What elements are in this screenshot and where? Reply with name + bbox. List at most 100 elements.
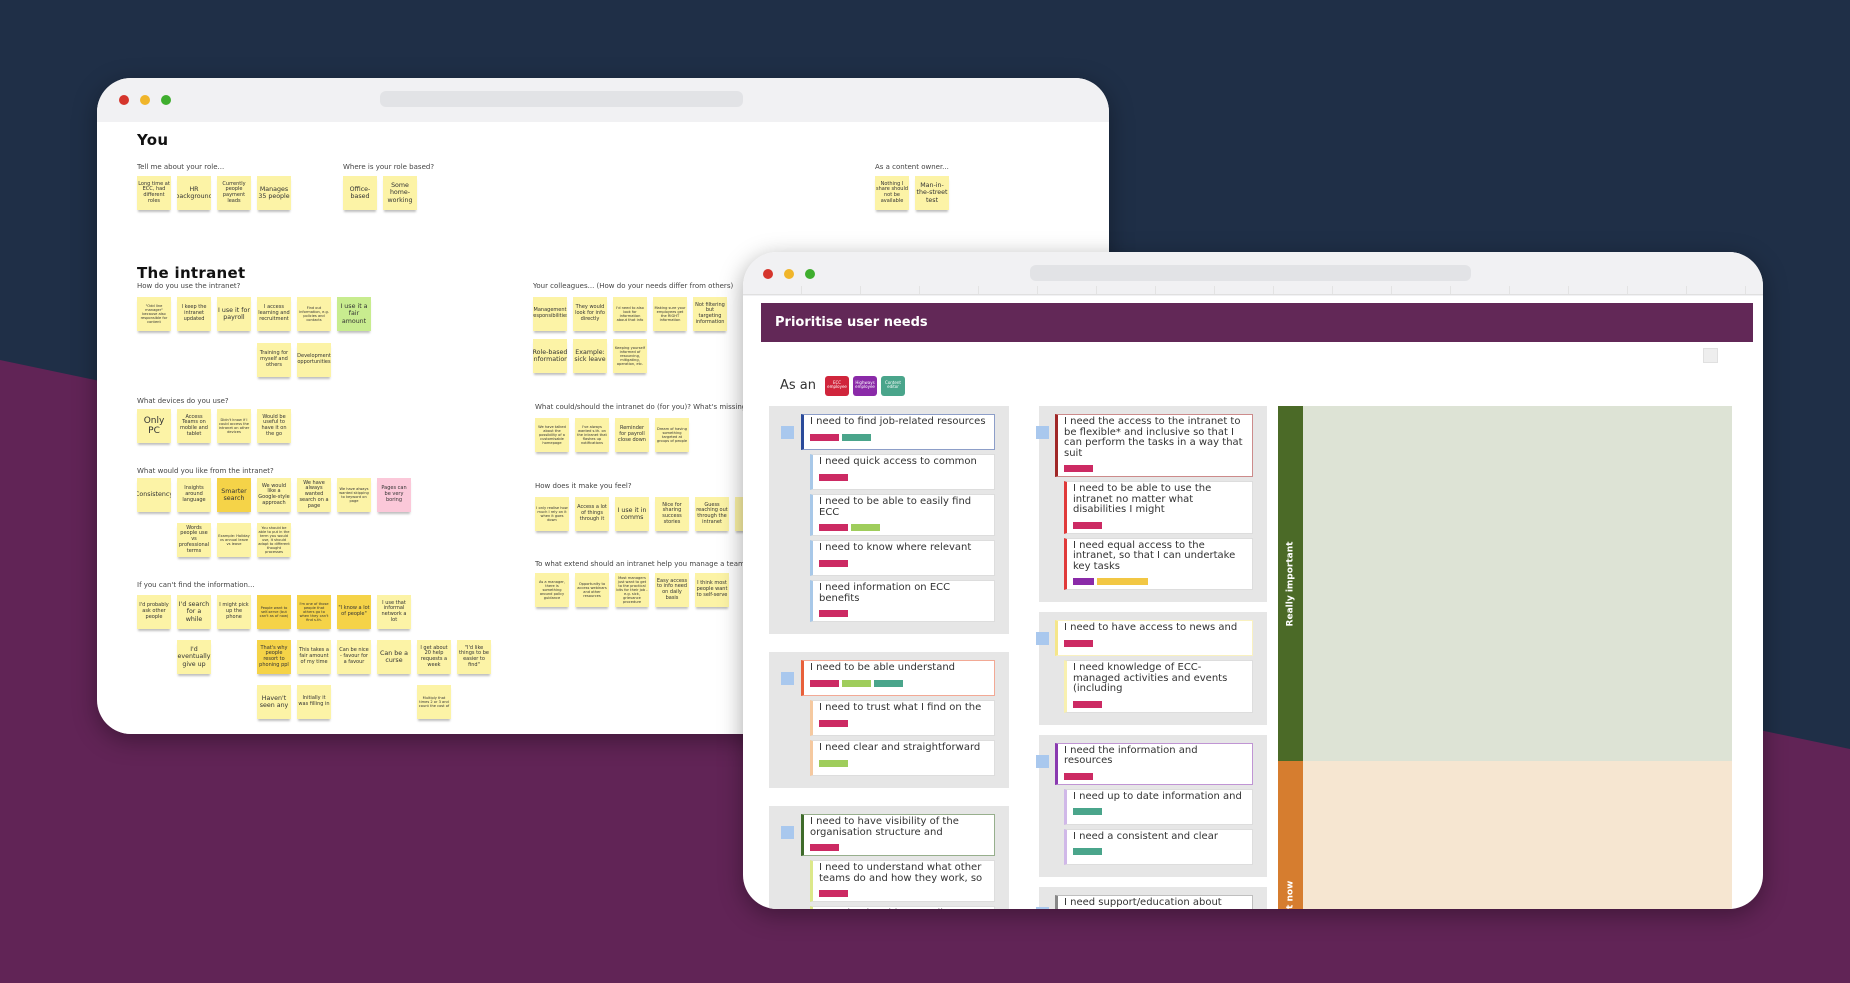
user-need-card-child[interactable]: I need to know where relevant (810, 540, 995, 576)
sticky-note[interactable]: I use it in comms (615, 497, 649, 531)
sticky-note[interactable]: Initially it was filling in (297, 685, 331, 719)
sticky-note[interactable]: Nothing I share should not be available (875, 176, 909, 210)
close-dot-icon[interactable] (119, 95, 129, 105)
sticky-note[interactable]: Reminder for payroll close down (615, 418, 649, 452)
sticky-note[interactable]: We have always wanted search on a page (297, 478, 331, 512)
user-need-card[interactable]: I need to have visibility of the organis… (801, 814, 995, 856)
sticky-note[interactable]: I use that informal network a lot (377, 595, 411, 629)
address-bar[interactable] (1030, 265, 1471, 281)
sticky-note[interactable]: That's why people resort to phoning ppl (257, 640, 291, 674)
sticky-note[interactable]: As a manager, there is something around … (535, 573, 569, 607)
group-handle-icon[interactable] (1036, 426, 1049, 439)
sticky-note[interactable]: Most managers just want to get to the pr… (615, 573, 649, 607)
user-need-card[interactable]: I need to be able understand (801, 660, 995, 696)
sticky-note[interactable]: I might pick up the phone (217, 595, 251, 629)
sticky-note[interactable]: I think most people want to self-serve (695, 573, 729, 607)
sticky-note[interactable]: I'd need to also look for information ab… (613, 297, 647, 331)
user-need-card-child[interactable]: I need to understand what other teams do… (810, 860, 995, 902)
sticky-note[interactable]: Guess reaching out through the intranet (695, 497, 729, 531)
sticky-note[interactable]: "I'd like things to be easier to find" (457, 640, 491, 674)
sticky-note[interactable]: Office-based (343, 176, 377, 210)
user-need-card-child[interactable]: I need knowledge of ECC-managed activiti… (1064, 660, 1253, 713)
sticky-note[interactable]: I'm one of those people that others go t… (297, 595, 331, 629)
user-need-card[interactable]: I need the information and resources (1055, 742, 1253, 785)
sticky-note[interactable]: Can be nice - favour for a favour (337, 640, 371, 674)
sticky-note[interactable]: Manages 35 people (257, 176, 291, 210)
needs-group[interactable]: I need to have visibility of the organis… (769, 806, 1009, 909)
maximize-dot-icon[interactable] (161, 95, 171, 105)
user-need-card-child[interactable]: I need to be able to easily contact (810, 906, 995, 909)
sticky-note[interactable]: Dream of having something targeted at gr… (655, 418, 689, 452)
persona-badge[interactable]: Content editor (881, 376, 905, 396)
sticky-note[interactable]: Long time at ECC, had different roles (137, 176, 171, 210)
panel-toggle[interactable] (1703, 348, 1718, 363)
group-handle-icon[interactable] (1036, 632, 1049, 645)
sticky-note[interactable]: Multiply that times 2 or 3 and count the… (417, 685, 451, 719)
user-need-card[interactable]: I need the access to the intranet to be … (1055, 414, 1253, 477)
user-need-card-child[interactable]: I need to trust what I find on the (810, 700, 995, 736)
sticky-note[interactable]: Insights around language (177, 478, 211, 512)
sticky-note[interactable]: Man-in-the-street test (915, 176, 949, 210)
sticky-note[interactable]: Didn't know if I could access the intran… (217, 409, 251, 443)
user-need-card-child[interactable]: I need quick access to common (810, 454, 995, 490)
user-need-card-child[interactable]: I need a consistent and clear (1064, 828, 1253, 865)
address-bar[interactable] (380, 91, 743, 107)
sticky-note[interactable]: Only PC (137, 409, 171, 443)
user-need-card-child[interactable]: I need to be able to use the intranet no… (1064, 481, 1253, 534)
sticky-note[interactable]: You should be able to put in the term yo… (257, 523, 291, 557)
sticky-note[interactable]: Opportunity to access webinars and other… (575, 573, 609, 607)
sticky-note[interactable]: Easy access to info need on daily basis (655, 573, 689, 607)
needs-group[interactable]: I need support/education about (1036, 886, 1267, 909)
sticky-note[interactable]: Find out information, e.g. policies and … (297, 297, 331, 331)
sticky-note[interactable]: Smarter search (217, 478, 251, 512)
group-handle-icon[interactable] (1036, 754, 1049, 768)
sticky-note[interactable]: I'd probably ask other people (137, 595, 171, 629)
user-need-card-child[interactable]: I need up to date information and (1064, 788, 1253, 825)
sticky-note[interactable]: HR background (177, 176, 211, 210)
sticky-note[interactable]: "I know a lot of people" (337, 595, 371, 629)
sticky-note[interactable]: Example: sick leave (573, 339, 607, 373)
sticky-note[interactable]: I keep the intranet updated (177, 297, 211, 331)
sticky-note[interactable]: Currently people payment leads (217, 176, 251, 210)
close-dot-icon[interactable] (763, 269, 773, 279)
sticky-note[interactable]: I get about 20 help requests a week (417, 640, 451, 674)
needs-group[interactable]: I need the information and resources I ne… (1036, 734, 1267, 877)
sticky-note[interactable]: I access learning and recruitment (257, 297, 291, 331)
sticky-note[interactable]: I'd search for a while (177, 595, 211, 629)
user-need-card-child[interactable]: I need to be able to easily find ECC (810, 494, 995, 536)
priority-zone-now[interactable] (1303, 761, 1732, 909)
needs-group[interactable]: I need the access to the intranet to be … (1036, 406, 1267, 602)
user-need-card[interactable]: I need support/education about (1055, 894, 1253, 909)
sticky-note[interactable]: We have talked about the possibility of … (535, 418, 569, 452)
group-handle-icon[interactable] (781, 426, 794, 439)
sticky-note[interactable]: I use it for payroll (217, 297, 251, 331)
sticky-note[interactable]: Management responsibilities (533, 297, 567, 331)
sticky-note[interactable]: We have always wanted skipping to keywor… (337, 478, 371, 512)
sticky-note[interactable]: Development opportunities (297, 343, 331, 377)
group-handle-icon[interactable] (781, 826, 794, 839)
user-need-card[interactable]: I need to have access to news and (1055, 620, 1253, 656)
minimize-dot-icon[interactable] (140, 95, 150, 105)
needs-group[interactable]: I need to have access to news and I need … (1036, 612, 1267, 725)
sticky-note[interactable]: Haven't seen any (257, 685, 291, 719)
sticky-note[interactable]: I only realise how much I rely on it whe… (535, 497, 569, 531)
sticky-note[interactable]: Would be useful to have it on the go (257, 409, 291, 443)
user-need-card-child[interactable]: I need equal access to the intranet, so … (1064, 537, 1253, 590)
needs-group[interactable]: I need to find job-related resources I ne… (769, 406, 1009, 634)
sticky-note[interactable]: Training for myself and others (257, 343, 291, 377)
sticky-note[interactable]: Nice for sharing success stories (655, 497, 689, 531)
priority-zone-really-important[interactable] (1303, 406, 1732, 761)
sticky-note[interactable]: Not filtering but targeting information (693, 297, 727, 331)
sticky-note[interactable]: They would look for info directly (573, 297, 607, 331)
sticky-note[interactable]: "Odd line manager" because also responsi… (137, 297, 171, 331)
sticky-note[interactable]: Pages can be very boring (377, 478, 411, 512)
sticky-note[interactable]: I'd eventually give up (177, 640, 211, 674)
sticky-note[interactable]: Access Teams on mobile and tablet (177, 409, 211, 443)
sticky-note[interactable]: Can be a curse (377, 640, 411, 674)
sticky-note[interactable]: Example: Holiday vs annual leave vs leav… (217, 523, 251, 557)
user-need-card[interactable]: I need to find job-related resources (801, 414, 995, 450)
group-handle-icon[interactable] (1036, 906, 1049, 909)
sticky-note[interactable]: People want to self-serve (but can't as … (257, 595, 291, 629)
group-handle-icon[interactable] (781, 672, 794, 685)
persona-badge[interactable]: Highways employee (853, 376, 877, 396)
